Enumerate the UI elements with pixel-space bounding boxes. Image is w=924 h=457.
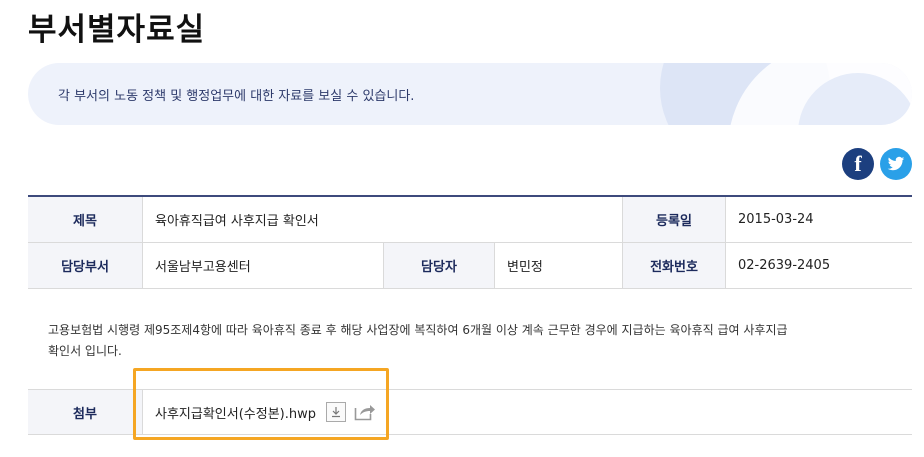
description-line: 확인서 입니다. [48, 344, 122, 358]
title-label: 제목 [28, 197, 142, 242]
attachment-highlight-box [133, 368, 389, 440]
date-value: 2015-03-24 [738, 212, 814, 227]
attach-label: 첨부 [28, 390, 142, 434]
phone-value: 02-2639-2405 [738, 258, 831, 273]
dept-label: 담당부서 [28, 243, 142, 288]
description-text: 고용보험법 시행령 제95조제4항에 따라 육아휴직 종료 후 해당 사업장에 … [48, 320, 888, 362]
info-banner: 각 부서의 노동 정책 및 행정업무에 대한 자료를 보실 수 있습니다. [28, 63, 912, 125]
page-title: 부서별자료실 [28, 12, 206, 48]
banner-text: 각 부서의 노동 정책 및 행정업무에 대한 자료를 보실 수 있습니다. [58, 89, 415, 104]
person-value: 변민정 [507, 260, 543, 275]
facebook-share-button[interactable]: f [842, 148, 874, 180]
date-label: 등록일 [623, 197, 725, 242]
twitter-share-button[interactable] [880, 148, 912, 180]
table-row-dept: 담당부서 서울남부고용센터 담당자 변민정 전화번호 02-2639-2405 [28, 243, 912, 289]
twitter-icon [887, 156, 905, 171]
phone-label: 전화번호 [623, 243, 725, 288]
dept-value: 서울남부고용센터 [155, 260, 251, 275]
person-label: 담당자 [384, 243, 494, 288]
table-row-title: 제목 육아휴직급여 사후지급 확인서 등록일 2015-03-24 [28, 197, 912, 243]
title-value: 육아휴직급여 사후지급 확인서 [155, 214, 319, 229]
description-line: 고용보험법 시행령 제95조제4항에 따라 육아휴직 종료 후 해당 사업장에 … [48, 323, 788, 337]
facebook-icon: f [854, 151, 862, 176]
